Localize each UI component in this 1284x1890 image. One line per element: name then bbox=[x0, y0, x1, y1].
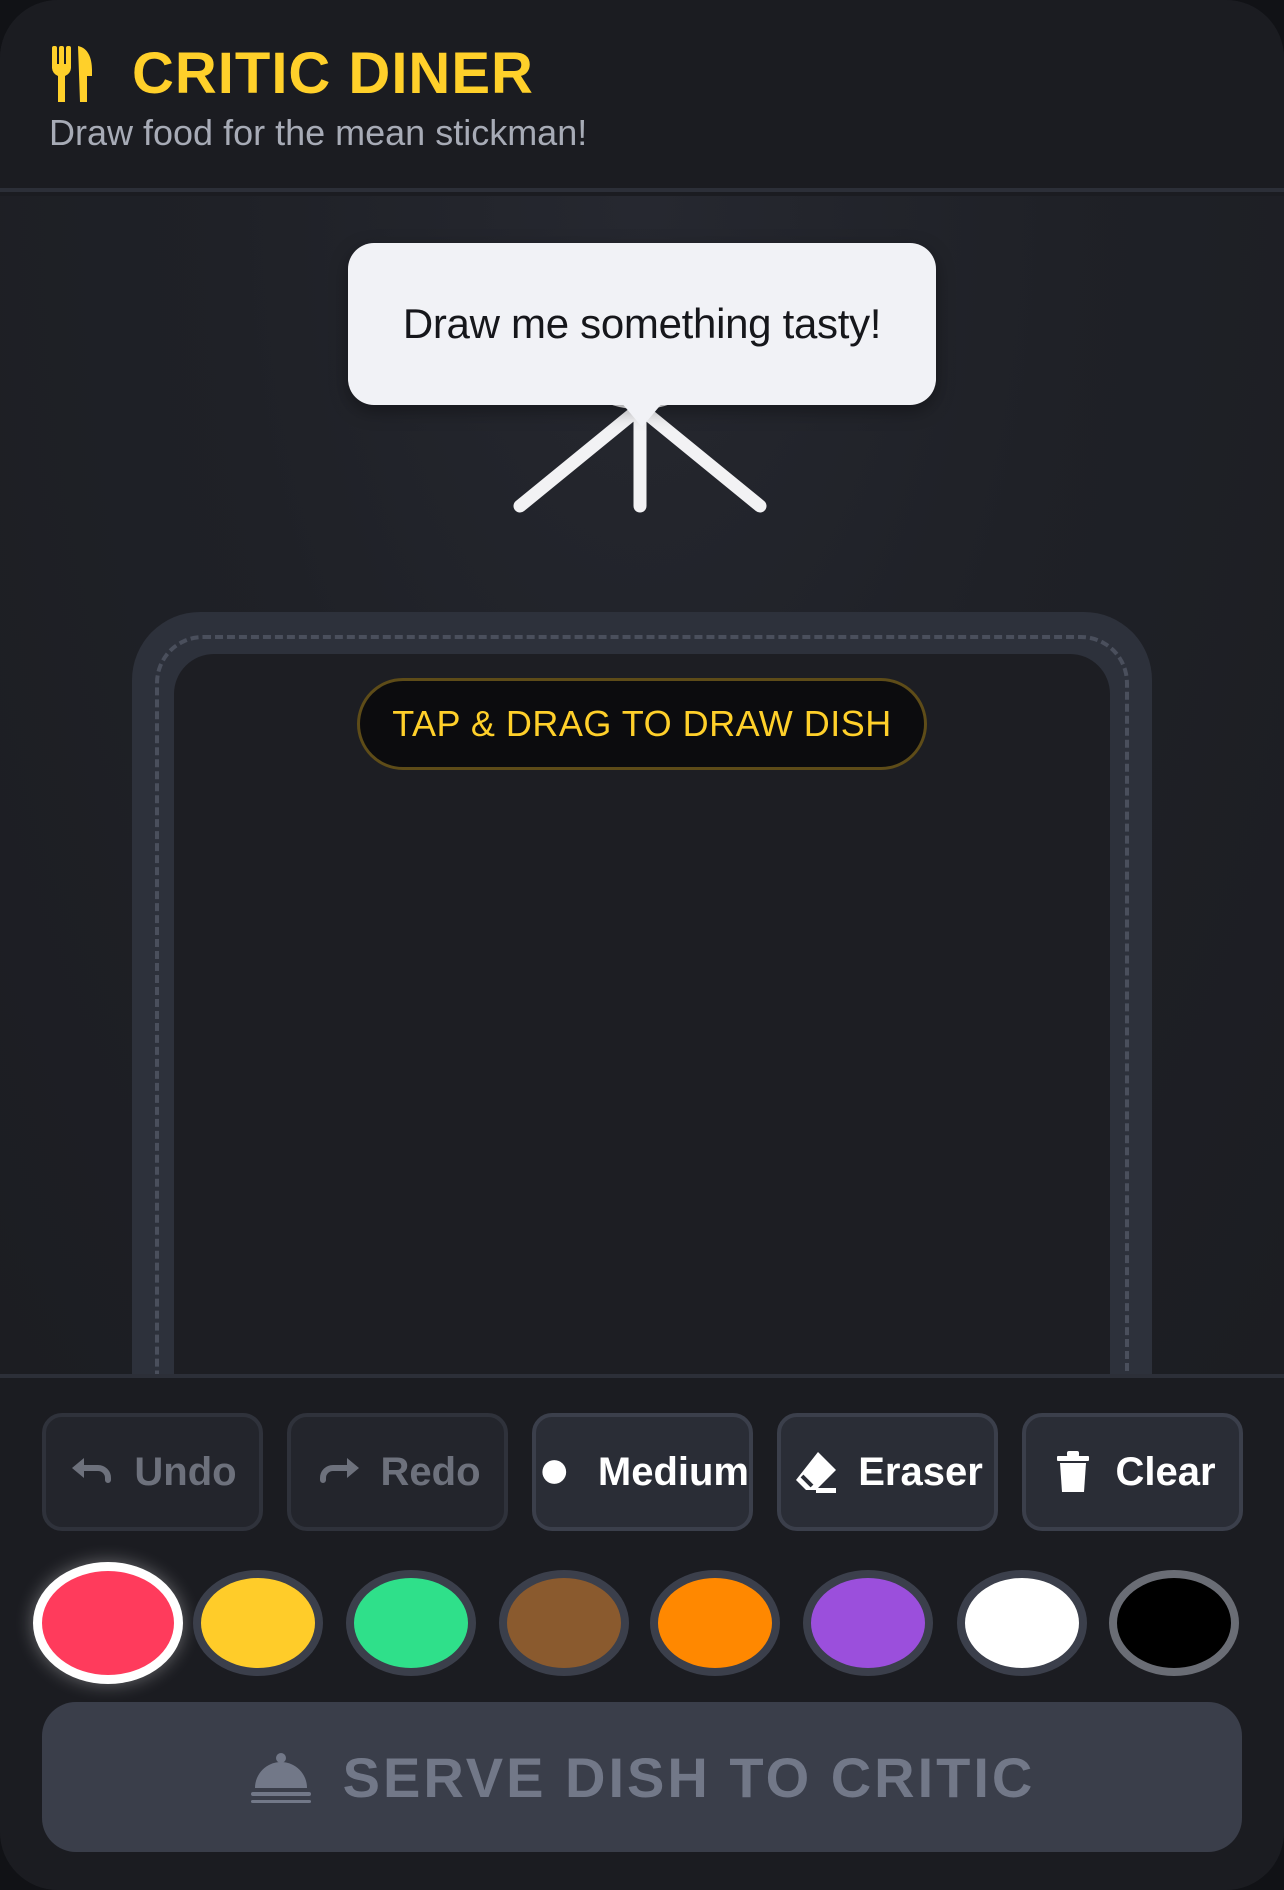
critic-speech-text: Draw me something tasty! bbox=[402, 300, 882, 347]
serve-dish-label: SERVE DISH TO CRITIC bbox=[342, 1745, 1036, 1809]
fork-knife-icon bbox=[52, 45, 92, 102]
tool-row: Undo Redo Medium Eraser Clear bbox=[42, 1413, 1243, 1531]
color-swatch-brown[interactable] bbox=[499, 1570, 629, 1676]
redo-icon bbox=[319, 1458, 359, 1483]
app-subtitle: Draw food for the mean stickman! bbox=[49, 112, 588, 153]
undo-button[interactable]: Undo bbox=[42, 1413, 263, 1531]
clear-button[interactable]: Clear bbox=[1022, 1413, 1243, 1531]
color-swatch-purple[interactable] bbox=[803, 1570, 933, 1676]
toolbar: Undo Redo Medium Eraser Clear SERVE DISH… bbox=[0, 1374, 1284, 1890]
canvas-hint-badge: TAP & DRAG TO DRAW DISH bbox=[357, 678, 927, 770]
redo-label: Redo bbox=[380, 1449, 481, 1494]
brush-size-dot-icon bbox=[542, 1460, 567, 1484]
trash-icon bbox=[1057, 1451, 1090, 1492]
speech-bubble-tail bbox=[620, 401, 664, 427]
color-swatch-orange[interactable] bbox=[650, 1570, 780, 1676]
serve-dish-button[interactable]: SERVE DISH TO CRITIC bbox=[42, 1702, 1242, 1852]
critic-speech-bubble: Draw me something tasty! bbox=[348, 243, 936, 405]
app-title: CRITIC DINER bbox=[132, 41, 534, 106]
header: CRITIC DINER Draw food for the mean stic… bbox=[0, 0, 1284, 192]
drawing-stage: Draw me something tasty! TAP & DRAG TO D… bbox=[0, 196, 1284, 1374]
color-swatch-black[interactable] bbox=[1109, 1570, 1239, 1676]
cloche-icon bbox=[250, 1753, 311, 1803]
color-swatch-green[interactable] bbox=[346, 1570, 476, 1676]
title-row: CRITIC DINER bbox=[50, 40, 534, 107]
brush-size-button[interactable]: Medium bbox=[532, 1413, 753, 1531]
app-window: CRITIC DINER Draw food for the mean stic… bbox=[0, 0, 1284, 1890]
color-swatch-red[interactable] bbox=[33, 1562, 183, 1684]
eraser-label: Eraser bbox=[858, 1449, 983, 1494]
color-swatch-yellow[interactable] bbox=[193, 1570, 323, 1676]
color-palette bbox=[33, 1560, 1243, 1684]
undo-label: Undo bbox=[134, 1449, 237, 1494]
undo-icon bbox=[72, 1458, 112, 1483]
color-swatch-white[interactable] bbox=[957, 1570, 1087, 1676]
clear-label: Clear bbox=[1115, 1449, 1216, 1494]
redo-button[interactable]: Redo bbox=[287, 1413, 508, 1531]
brush-size-label: Medium bbox=[597, 1449, 749, 1494]
eraser-button[interactable]: Eraser bbox=[777, 1413, 998, 1531]
eraser-icon bbox=[796, 1452, 837, 1493]
